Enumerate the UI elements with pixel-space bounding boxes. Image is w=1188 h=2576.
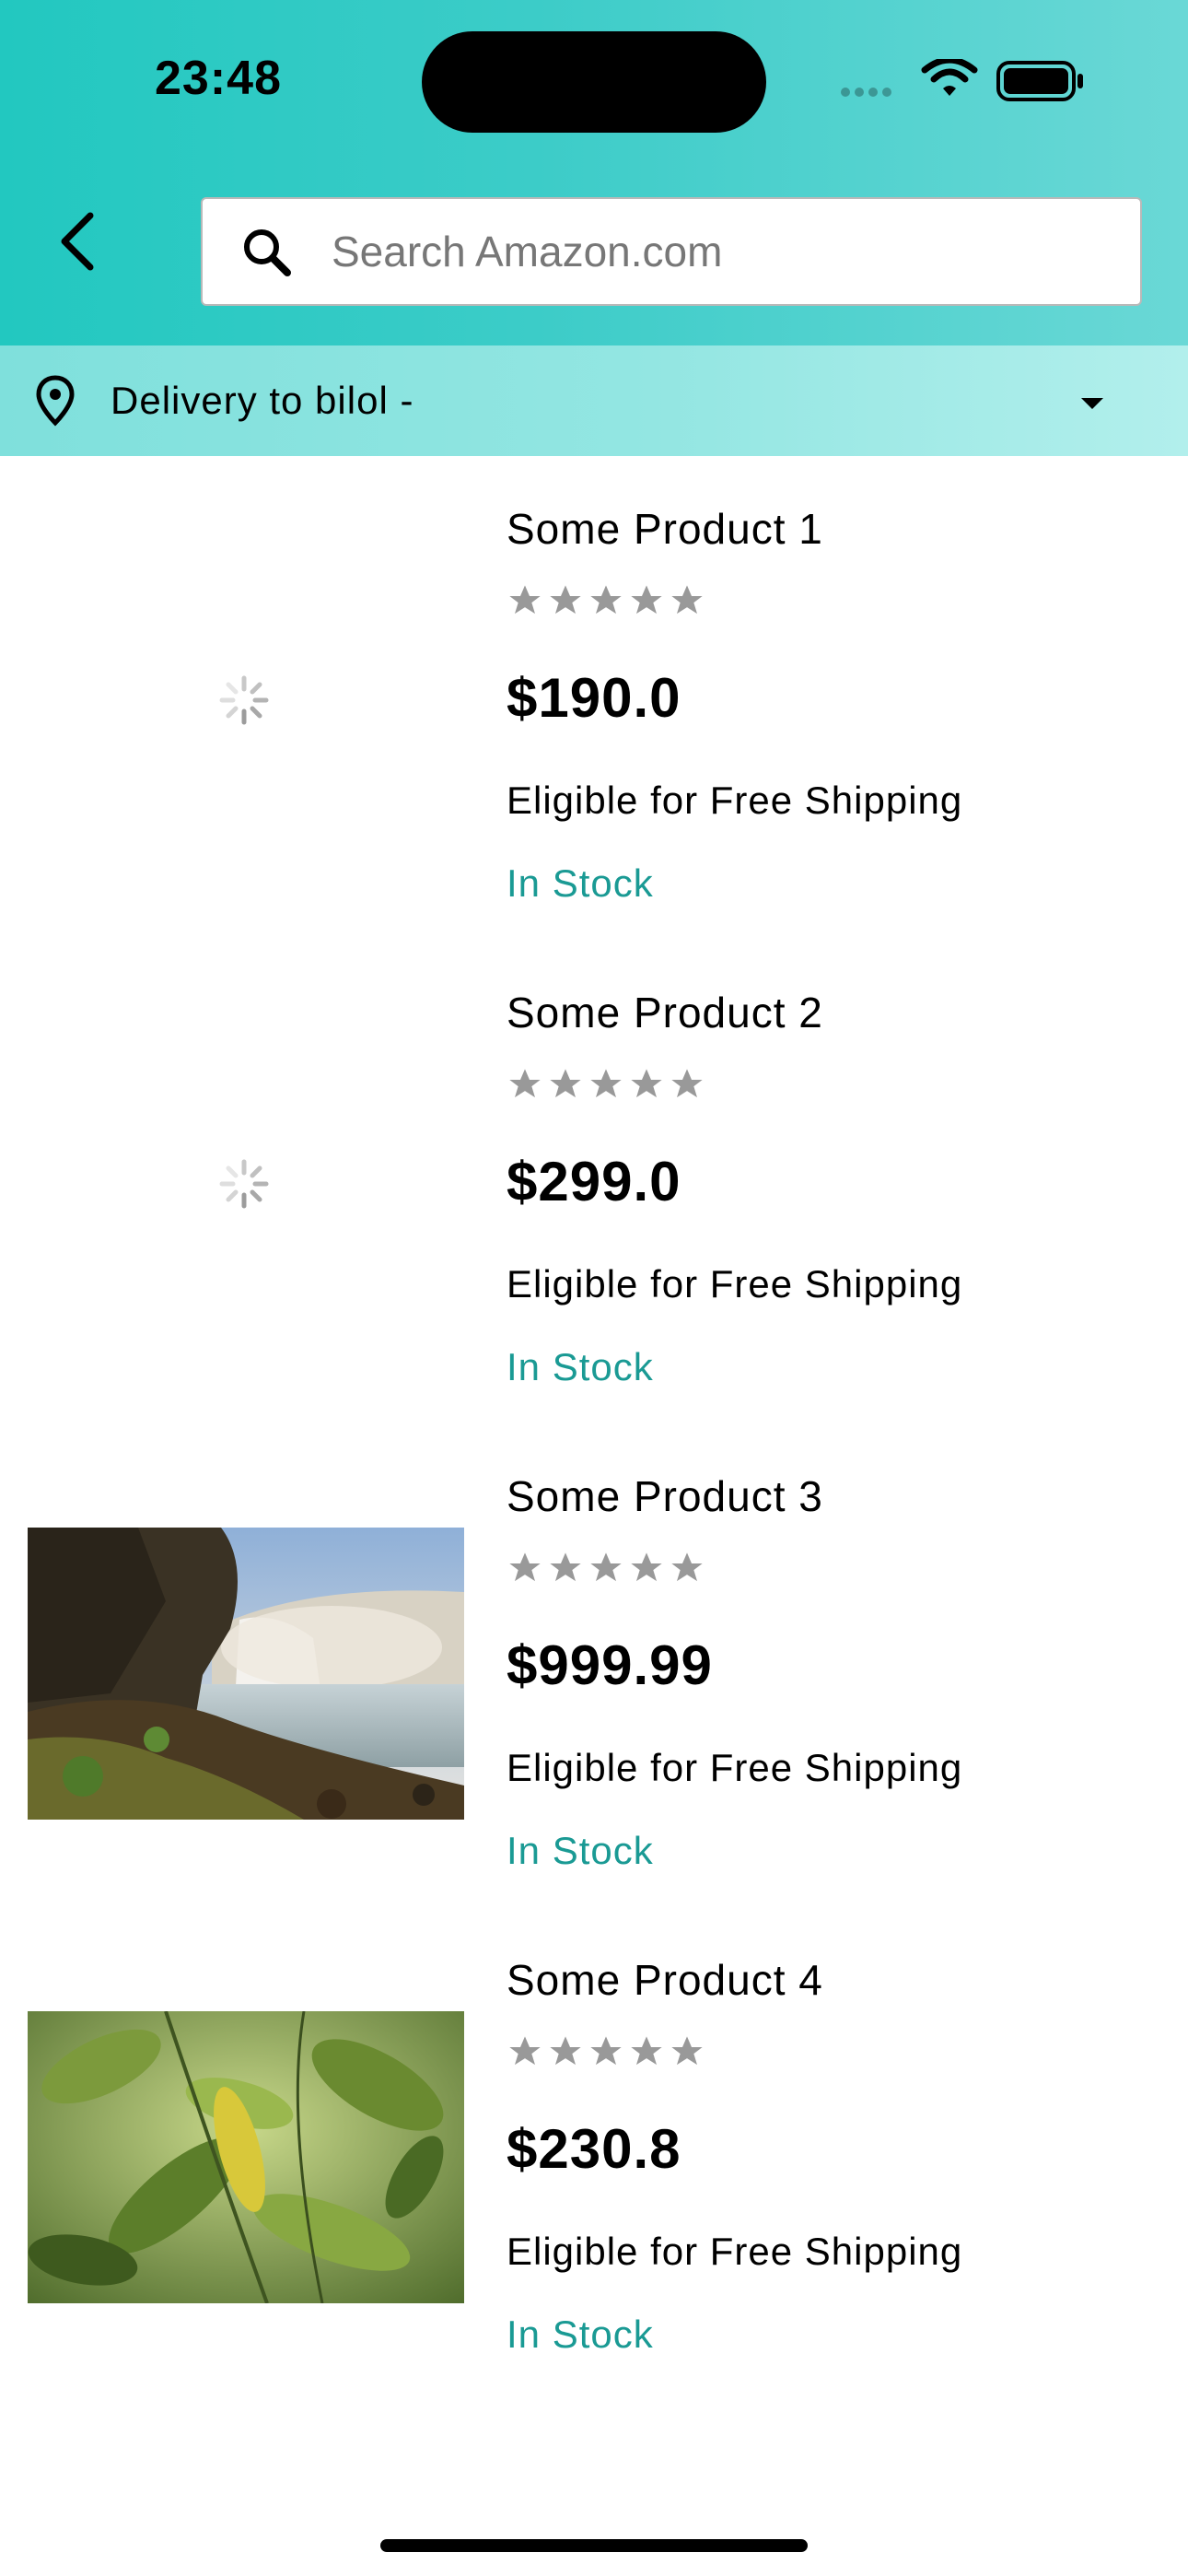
star-icon <box>631 1069 662 1098</box>
product-name: Some Product 3 <box>507 1472 823 1520</box>
product-item[interactable]: Some Product 1 $190.0 Eligible for Free … <box>0 456 1188 940</box>
caret-down-icon[interactable] <box>1077 394 1107 413</box>
product-price: $299.0 <box>507 1151 681 1212</box>
star-icon <box>631 585 662 615</box>
product-price: $230.8 <box>507 2118 681 2180</box>
star-icon <box>631 1552 662 1582</box>
home-indicator[interactable] <box>380 2539 808 2552</box>
product-item[interactable]: Some Product 2 $299.0 Eligible for Free … <box>0 940 1188 1423</box>
stock-status: In Stock <box>507 861 654 905</box>
shipping-info: Eligible for Free Shipping <box>507 2230 963 2273</box>
product-name: Some Product 4 <box>507 1956 823 2004</box>
delivery-bar[interactable]: Delivery to bilol - <box>0 345 1188 456</box>
rating-stars <box>507 1066 709 1107</box>
search-input[interactable] <box>332 199 1124 304</box>
star-icon <box>509 2036 541 2066</box>
loading-spinner-icon <box>219 1159 269 1209</box>
location-pin-icon <box>36 375 75 427</box>
loading-spinner-icon <box>219 675 269 725</box>
search-icon <box>244 229 291 276</box>
star-icon <box>671 1552 703 1582</box>
star-icon <box>509 585 541 615</box>
shipping-info: Eligible for Free Shipping <box>507 779 963 822</box>
star-icon <box>631 2036 662 2066</box>
product-item[interactable]: Some Product 3 $999.99 Eligible for Free… <box>0 1423 1188 1907</box>
rating-stars <box>507 2033 709 2075</box>
star-icon <box>590 2036 622 2066</box>
rating-stars <box>507 1550 709 1591</box>
product-price: $190.0 <box>507 667 681 729</box>
product-item[interactable]: Some Product 4 $230.8 Eligible for Free … <box>0 1907 1188 2391</box>
stock-status: In Stock <box>507 1829 654 1872</box>
wifi-icon <box>921 59 978 96</box>
star-icon <box>550 2036 581 2066</box>
product-name: Some Product 1 <box>507 505 823 553</box>
rating-stars <box>507 582 709 624</box>
product-name: Some Product 2 <box>507 989 823 1036</box>
star-icon <box>590 1069 622 1098</box>
stock-status: In Stock <box>507 1345 654 1388</box>
product-image-waterfall[interactable] <box>28 1528 464 1820</box>
shipping-info: Eligible for Free Shipping <box>507 1746 963 1789</box>
star-icon <box>671 2036 703 2066</box>
delivery-address: Delivery to bilol - <box>111 379 414 422</box>
product-image-leaves[interactable] <box>28 2011 464 2303</box>
star-icon <box>509 1069 541 1098</box>
star-icon <box>509 1552 541 1582</box>
dynamic-island <box>422 31 766 133</box>
star-icon <box>550 1069 581 1098</box>
star-icon <box>590 585 622 615</box>
star-icon <box>550 1552 581 1582</box>
shipping-info: Eligible for Free Shipping <box>507 1262 963 1306</box>
stock-status: In Stock <box>507 2313 654 2356</box>
battery-icon <box>996 61 1083 101</box>
star-icon <box>550 585 581 615</box>
back-button[interactable] <box>52 205 107 278</box>
product-price: $999.99 <box>507 1634 713 1696</box>
search-bar[interactable] <box>201 197 1142 306</box>
chevron-left-icon <box>61 212 94 271</box>
status-time: 23:48 <box>155 52 282 105</box>
cellular-signal-icon <box>841 85 896 101</box>
star-icon <box>671 585 703 615</box>
app-header: 23:48 <box>0 0 1188 345</box>
star-icon <box>671 1069 703 1098</box>
star-icon <box>590 1552 622 1582</box>
